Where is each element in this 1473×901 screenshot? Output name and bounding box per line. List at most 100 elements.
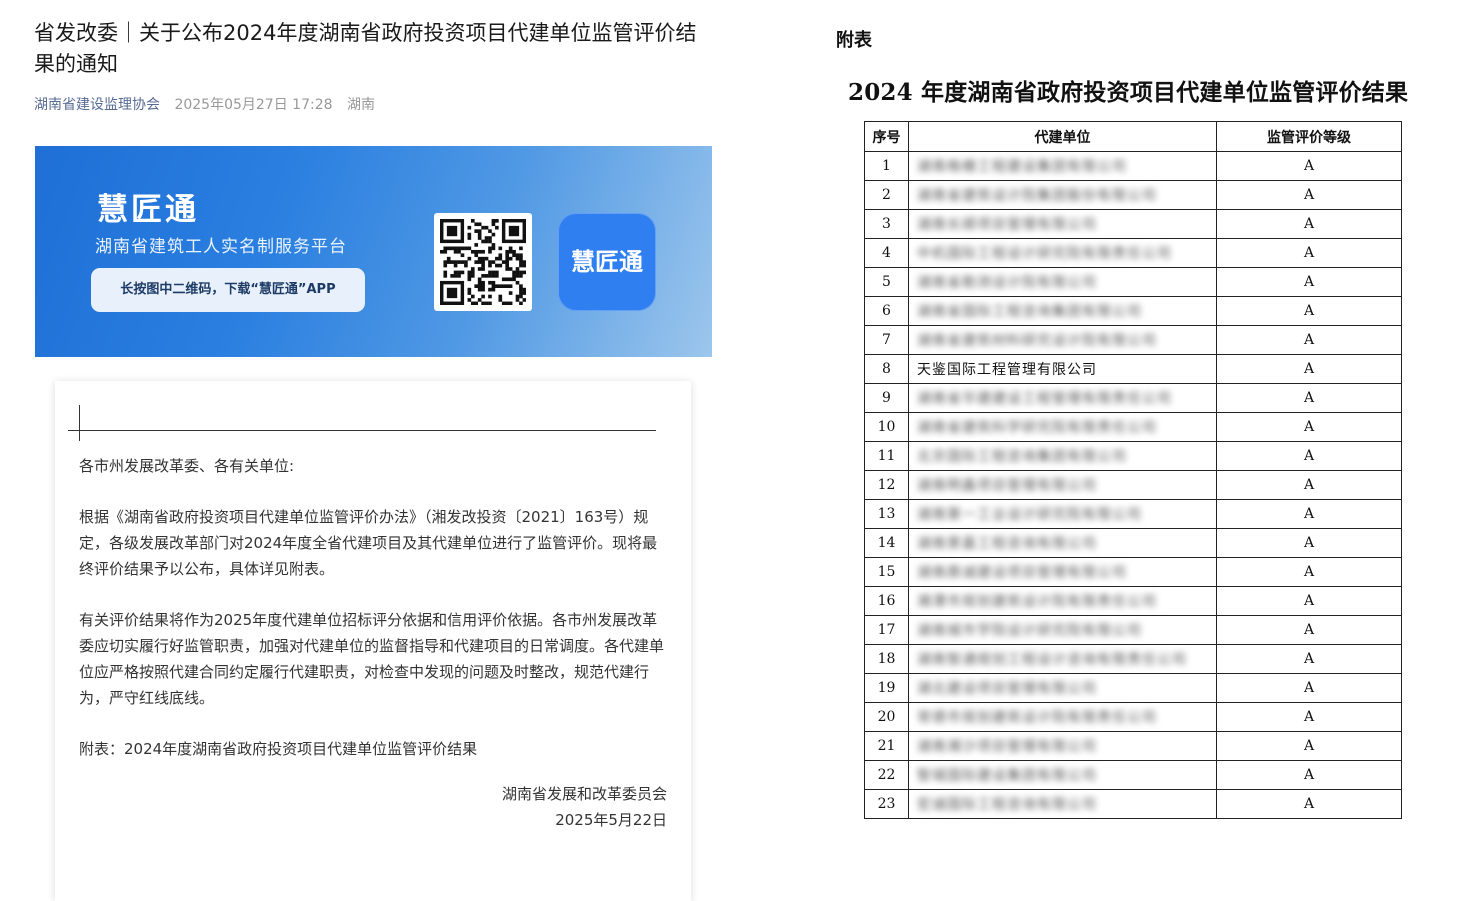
org-name-cell: 湖南省建筑设计院集团股份有限公司: [908, 180, 1217, 210]
notice-greeting: 各市州发展改革委、各有关单位:: [79, 457, 295, 475]
grade-cell: A: [1216, 499, 1402, 529]
table-row: 8 天鉴国际工程管理有限公司 A: [864, 354, 1402, 384]
column-header: 序号: [864, 121, 909, 152]
table-row: 23 宏诚国际工程咨询有限公司 A: [864, 789, 1402, 819]
appendix-label: 附表: [836, 30, 872, 51]
org-name-blurred: 湖南城市学院设计研究院有限公司: [917, 623, 1142, 639]
org-name-blurred: 湖南省建筑科学研究院有限责任公司: [917, 420, 1157, 436]
banner-subtitle: 湖南省建筑工人实名制服务平台: [95, 237, 347, 257]
org-name-cell: 湖南鼎诚建设项目管理有限公司: [908, 557, 1217, 587]
table-row: 18 湖南智通规划工程设计咨询有限责任公司 A: [864, 644, 1402, 674]
table-row: 22 智城国际建设集团有限公司 A: [864, 760, 1402, 790]
sign-date: 2025年5月22日: [555, 811, 667, 829]
grade-cell: A: [1216, 644, 1402, 674]
org-name-cell: 湖南智通规划工程设计咨询有限责任公司: [908, 644, 1217, 674]
table-row: 3 湖南长顺项目管理有限公司 A: [864, 209, 1402, 239]
row-number: 15: [864, 557, 909, 587]
table-header-row: 序号 代建单位 监管评价等级: [864, 121, 1402, 152]
row-number: 10: [864, 412, 909, 442]
table-row: 15 湖南鼎诚建设项目管理有限公司 A: [864, 557, 1402, 587]
author-link[interactable]: 湖南省建设监理协会: [34, 97, 160, 113]
org-name-blurred: 湖南格栅工程建设集团有限公司: [917, 159, 1127, 175]
org-name-blurred: 湖南鼎诚建设项目管理有限公司: [917, 565, 1127, 581]
org-name-cell: 中机国际工程设计研究院有限责任公司: [908, 238, 1217, 268]
org-name-cell: 常德市规划建筑设计院有限责任公司: [908, 702, 1217, 732]
notice-paragraph: 根据《湖南省政府投资项目代建单位监管评价办法》（湘发改投资〔2021〕163号）…: [79, 508, 658, 578]
row-number: 21: [864, 731, 909, 761]
org-name-blurred: 湖北建设项目管理有限公司: [917, 681, 1097, 697]
row-number: 20: [864, 702, 909, 732]
row-number: 9: [864, 383, 909, 413]
org-name-cell: 湖南省华建建设工程管理有限责任公司: [908, 383, 1217, 413]
row-number: 4: [864, 238, 909, 268]
org-name-blurred: 常德市规划建筑设计院有限责任公司: [917, 710, 1157, 726]
notice-paragraph: 有关评价结果将作为2025年度代建单位招标评分依据和信用评价依据。各市州发展改革…: [79, 611, 665, 707]
org-name-cell: 湖南城市学院设计研究院有限公司: [908, 615, 1217, 645]
grade-cell: A: [1216, 296, 1402, 326]
org-name-cell: 湖南长顺项目管理有限公司: [908, 209, 1217, 239]
table-row: 2 湖南省建筑设计院集团股份有限公司 A: [864, 180, 1402, 210]
row-number: 5: [864, 267, 909, 297]
org-name-cell: 湖南格栅工程建设集团有限公司: [908, 151, 1217, 181]
grade-cell: A: [1216, 383, 1402, 413]
org-name-cell: 湖南明鑫项目管理有限公司: [908, 470, 1217, 500]
org-name-cell: 湖南湘沙项目管理有限公司: [908, 731, 1217, 761]
banner-brand: 慧匠通: [97, 192, 199, 228]
org-name-blurred: 北京国际工程咨询集团有限公司: [917, 449, 1127, 465]
org-name-cell: 天鉴国际工程管理有限公司: [908, 354, 1217, 384]
row-number: 8: [864, 354, 909, 384]
org-name-blurred: 湖南省国际工程咨询集团有限公司: [917, 304, 1142, 320]
banner-cta: 长按图中二维码，下载“慧匠通”APP: [91, 268, 365, 312]
table-row: 7 湖南省建筑材料研究设计院有限公司 A: [864, 325, 1402, 355]
org-name-blurred: 宏诚国际工程咨询有限公司: [917, 797, 1097, 813]
notice-card: 各市州发展改革委、各有关单位: 根据《湖南省政府投资项目代建单位监管评价办法》（…: [55, 381, 691, 901]
app-logo-icon: 慧匠通: [558, 213, 656, 311]
grade-cell: A: [1216, 354, 1402, 384]
row-number: 13: [864, 499, 909, 529]
grade-cell: A: [1216, 673, 1402, 703]
row-number: 14: [864, 528, 909, 558]
org-name-cell: 湖南省勘测设计院有限公司: [908, 267, 1217, 297]
org-name-cell: 宏诚国际工程咨询有限公司: [908, 789, 1217, 819]
org-name-cell: 智城国际建设集团有限公司: [908, 760, 1217, 790]
org-name-blurred: 中机国际工程设计研究院有限责任公司: [917, 246, 1172, 262]
grade-cell: A: [1216, 325, 1402, 355]
row-number: 6: [864, 296, 909, 326]
row-number: 2: [864, 180, 909, 210]
row-number: 11: [864, 441, 909, 471]
notice-attachment: 附表：2024年度湖南省政府投资项目代建单位监管评价结果: [79, 740, 478, 758]
table-row: 19 湖北建设项目管理有限公司 A: [864, 673, 1402, 703]
grade-cell: A: [1216, 557, 1402, 587]
notice-signature: 湖南省发展和改革委员会 2025年5月22日: [79, 781, 667, 833]
table-row: 1 湖南格栅工程建设集团有限公司 A: [864, 151, 1402, 181]
org-name-cell: 湖南景嘉工程咨询有限公司: [908, 528, 1217, 558]
table-row: 9 湖南省华建建设工程管理有限责任公司 A: [864, 383, 1402, 413]
results-table: 序号 代建单位 监管评价等级 1 湖南格栅工程建设集团有限公司 A 2 湖南省建筑设计院…: [864, 121, 1402, 819]
org-name-cell: 湖南省国际工程咨询集团有限公司: [908, 296, 1217, 326]
table-row: 11 北京国际工程咨询集团有限公司 A: [864, 441, 1402, 471]
org-name: 天鉴国际工程管理有限公司: [917, 362, 1097, 378]
grade-cell: A: [1216, 412, 1402, 442]
org-name-cell: 湖南省建筑材料研究设计院有限公司: [908, 325, 1217, 355]
article-title: 省发改委｜关于公布2024年度湖南省政府投资项目代建单位监管评价结果的通知: [34, 21, 697, 76]
grade-cell: A: [1216, 760, 1402, 790]
grade-cell: A: [1216, 151, 1402, 181]
app-banner[interactable]: 慧匠通 湖南省建筑工人实名制服务平台 长按图中二维码，下载“慧匠通”APP 慧匠…: [35, 146, 712, 357]
org-name-cell: 湖北建设项目管理有限公司: [908, 673, 1217, 703]
row-number: 16: [864, 586, 909, 616]
grade-cell: A: [1216, 789, 1402, 819]
org-name-cell: 湖南第一工业设计研究院有限公司: [908, 499, 1217, 529]
qr-code-icon[interactable]: [434, 213, 532, 311]
org-name-blurred: 湖南长顺项目管理有限公司: [917, 217, 1097, 233]
row-number: 1: [864, 151, 909, 181]
org-name-blurred: 湖南省建筑设计院集团股份有限公司: [917, 188, 1157, 204]
org-name-blurred: 湖南省华建建设工程管理有限责任公司: [917, 391, 1172, 407]
grade-cell: A: [1216, 267, 1402, 297]
table-row: 13 湖南第一工业设计研究院有限公司 A: [864, 499, 1402, 529]
grade-cell: A: [1216, 470, 1402, 500]
org-name-blurred: 湖南第一工业设计研究院有限公司: [917, 507, 1142, 523]
org-name-cell: 湖南省建筑科学研究院有限责任公司: [908, 412, 1217, 442]
table-row: 21 湖南湘沙项目管理有限公司 A: [864, 731, 1402, 761]
row-number: 23: [864, 789, 909, 819]
notice-body: 各市州发展改革委、各有关单位: 根据《湖南省政府投资项目代建单位监管评价办法》（…: [79, 453, 667, 833]
